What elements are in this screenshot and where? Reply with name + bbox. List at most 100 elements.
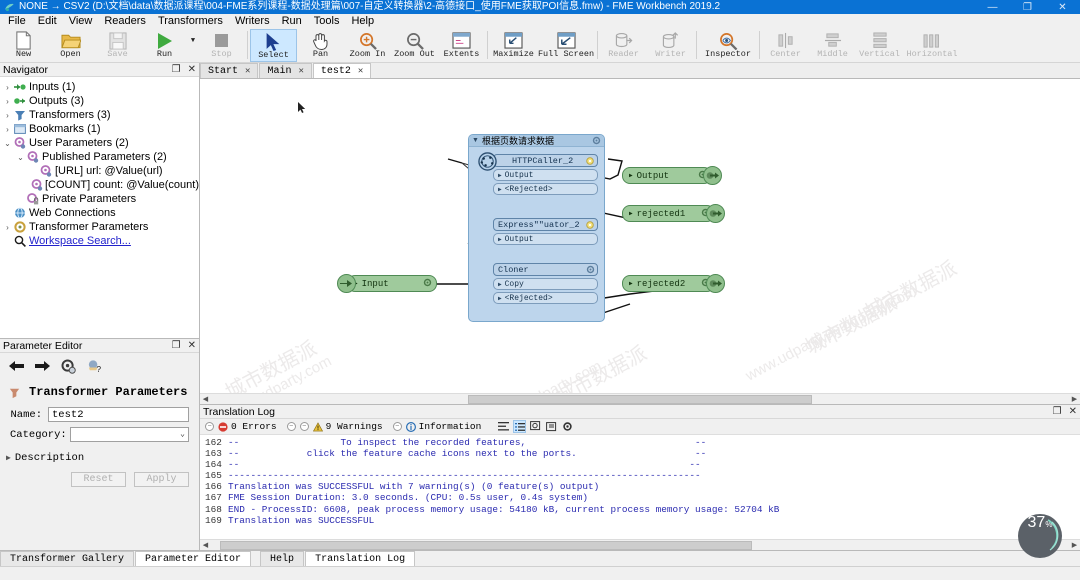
output-node-body[interactable]: ▶ rejected1	[622, 205, 715, 222]
scroll-track[interactable]	[211, 540, 1069, 550]
bottom-tab-help[interactable]: Help	[260, 551, 305, 566]
menu-item-help[interactable]: Help	[345, 14, 380, 28]
sun-gear-icon[interactable]	[585, 156, 595, 169]
navigator-item-url-url-value-url[interactable]: [URL] url: @Value(url)	[0, 164, 199, 178]
navigator-item-published-parameters-2[interactable]: ⌄ Published Parameters (2)	[0, 150, 199, 164]
toolbar-button-stop[interactable]: Stop	[198, 29, 245, 63]
menu-item-file[interactable]: File	[2, 14, 32, 28]
tab-test2[interactable]: test2 ✕	[312, 63, 372, 78]
transformer-port[interactable]: ▶ Output	[493, 233, 598, 245]
tab-start[interactable]: Start ✕	[200, 63, 259, 78]
workspace-canvas[interactable]: 城市数据派 www.udparty.com 城市数据派 www.udparty.…	[200, 79, 1080, 393]
output-node-body[interactable]: ▶ rejected2	[622, 275, 715, 292]
menu-item-readers[interactable]: Readers	[98, 14, 152, 28]
run-dropdown-caret[interactable]: ▼	[188, 29, 198, 63]
chevron-down-icon[interactable]: ⌄	[2, 139, 13, 148]
close-icon[interactable]: ✕	[188, 340, 196, 351]
navigator-item-count-count-value-count[interactable]: [COUNT] count: @Value(count)	[0, 178, 199, 192]
collapse-toggle-icon[interactable]: −	[286, 422, 296, 431]
wrap-text-icon[interactable]	[497, 420, 510, 433]
toolbar-button-vertical[interactable]: Vertical	[856, 29, 903, 63]
toolbar-button-select[interactable]: Select	[250, 29, 297, 62]
close-icon[interactable]: ✕	[298, 66, 303, 76]
find-icon[interactable]	[529, 420, 542, 433]
chevron-down-icon[interactable]: ⌄	[15, 153, 26, 162]
back-arrow-icon[interactable]	[8, 359, 25, 373]
menu-item-run[interactable]: Run	[276, 14, 308, 28]
triangle-down-icon[interactable]: ▼	[472, 137, 479, 144]
navigator-tree[interactable]: › Inputs (1) › Outputs (3) › Transformers (3)…	[0, 77, 199, 338]
scroll-left-icon[interactable]: ◀	[200, 541, 211, 549]
description-section[interactable]: ▶ Description	[0, 447, 199, 464]
help-question-icon[interactable]: ?	[86, 359, 103, 374]
warning-filter[interactable]: 9 Warnings	[312, 421, 383, 432]
maximize-button[interactable]: ❐	[1010, 0, 1045, 14]
reset-button[interactable]: Reset	[71, 472, 126, 487]
transformer-port[interactable]: ▶ <Rejected>	[493, 292, 598, 304]
toolbar-button-pan[interactable]: Pan	[297, 29, 344, 63]
navigator-item-transformers-3[interactable]: › Transformers (3)	[0, 108, 199, 122]
menu-item-tools[interactable]: Tools	[308, 14, 346, 28]
bottom-tab-parameter-editor[interactable]: Parameter Editor	[135, 551, 252, 566]
minimize-button[interactable]: —	[975, 0, 1010, 14]
transformer-node-cloner[interactable]: Cloner ▶ Copy ▶ <Rejected>	[493, 263, 598, 304]
bottom-tab-transformer-gallery[interactable]: Transformer Gallery	[0, 551, 135, 566]
scroll-right-icon[interactable]: ▶	[1069, 395, 1080, 403]
output-node-output[interactable]: ▶ Output	[622, 166, 722, 185]
bookmark-group[interactable]: ▼ 根据页数请求数据 HTTPCaller_2 ▶ Output ▶ <Reje…	[468, 134, 605, 322]
workspace-canvas-area[interactable]: 城市数据派 www.udparty.com 城市数据派 www.udparty.…	[200, 79, 1080, 393]
list-view-icon[interactable]	[513, 420, 527, 433]
transformer-port[interactable]: ▶ Output	[493, 169, 598, 181]
chevron-right-icon[interactable]: ›	[2, 83, 13, 92]
information-filter[interactable]: Information	[405, 421, 481, 432]
toolbar-button-middle[interactable]: Middle	[809, 29, 856, 63]
category-select[interactable]: ⌄	[70, 427, 189, 442]
settings-gear-icon[interactable]	[60, 359, 77, 374]
toolbar-button-open[interactable]: Open	[47, 29, 94, 63]
chevron-right-icon[interactable]: ›	[2, 125, 13, 134]
menu-item-writers[interactable]: Writers	[229, 14, 276, 28]
navigator-item-user-parameters-2[interactable]: ⌄ User Parameters (2)	[0, 136, 199, 150]
toolbar-button-horizontal[interactable]: Horizontal	[903, 29, 961, 63]
toolbar-button-center[interactable]: Center	[762, 29, 809, 63]
scroll-thumb[interactable]	[468, 394, 812, 404]
gear-icon[interactable]	[423, 278, 432, 290]
error-filter[interactable]: 0 Errors	[218, 421, 277, 432]
zoom-level-badge[interactable]: 37%	[1018, 514, 1062, 558]
bookmark-header[interactable]: ▼ 根据页数请求数据	[469, 135, 604, 147]
close-icon[interactable]: ✕	[188, 64, 196, 75]
collapse-toggle-icon[interactable]: −	[299, 422, 309, 431]
toolbar-button-zoom-in[interactable]: Zoom In	[344, 29, 391, 63]
tab-main[interactable]: Main ✕	[259, 63, 312, 78]
input-node[interactable]: ▶ Input	[337, 274, 437, 293]
toolbar-button-new[interactable]: New	[0, 29, 47, 63]
scroll-left-icon[interactable]: ◀	[200, 395, 211, 403]
chevron-right-icon[interactable]: ›	[2, 111, 13, 120]
sun-gear-icon[interactable]	[585, 220, 595, 233]
close-button[interactable]: ✕	[1045, 0, 1080, 14]
gear-icon[interactable]	[592, 136, 601, 147]
scroll-track[interactable]	[211, 394, 1069, 404]
forward-arrow-icon[interactable]	[34, 359, 51, 373]
name-input[interactable]	[48, 407, 189, 422]
float-panel-icon[interactable]: ❐	[1053, 406, 1062, 417]
float-panel-icon[interactable]: ❐	[172, 64, 181, 75]
collapse-toggle-icon[interactable]: −	[392, 422, 402, 431]
transformer-node-expressionevaluator[interactable]: Express""uator_2 ▶ Output	[493, 218, 598, 245]
transformer-title[interactable]: Cloner	[493, 263, 598, 276]
gear-icon[interactable]	[586, 265, 595, 277]
output-node-body[interactable]: ▶ Output	[622, 167, 712, 184]
output-node-rejected2[interactable]: ▶ rejected2	[622, 274, 725, 293]
toolbar-button-writer[interactable]: Writer	[647, 29, 694, 63]
toolbar-button-inspector[interactable]: Inspector	[699, 29, 757, 63]
log-output[interactable]: 162 -- To inspect the recorded features, …	[200, 435, 1080, 539]
float-panel-icon[interactable]: ❐	[172, 340, 181, 351]
bottom-tab-translation-log[interactable]: Translation Log	[305, 551, 416, 566]
settings-gear-icon[interactable]	[561, 420, 574, 433]
collapse-toggle-icon[interactable]: −	[205, 422, 214, 431]
toolbar-button-run[interactable]: Run	[141, 29, 188, 63]
chevron-right-icon[interactable]: ›	[2, 97, 13, 106]
transformer-port[interactable]: ▶ <Rejected>	[493, 183, 598, 195]
toolbar-button-maximize[interactable]: Maximize	[490, 29, 537, 63]
toolbar-button-reader[interactable]: Reader	[600, 29, 647, 63]
